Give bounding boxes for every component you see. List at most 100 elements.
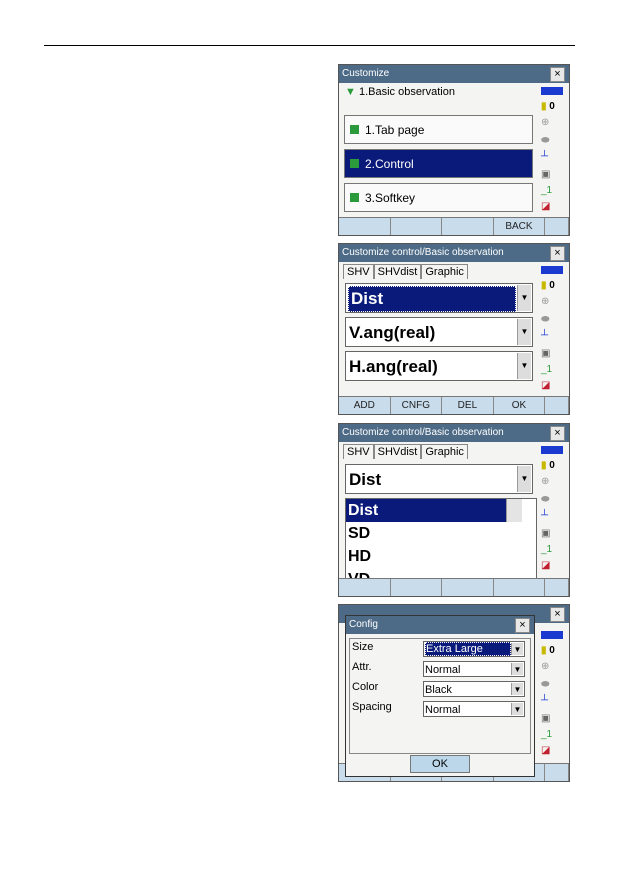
chevron-down-icon[interactable]: ▼	[517, 353, 531, 379]
input-mode-icon: _1	[541, 544, 553, 555]
title-bar: Customize ×	[339, 65, 569, 83]
field-select-1[interactable]: Dist ▼	[345, 283, 533, 313]
softkey-5[interactable]	[545, 397, 569, 414]
softkey-1[interactable]	[339, 579, 391, 596]
chevron-down-icon[interactable]: ▼	[511, 663, 523, 675]
option-dist[interactable]: Dist	[346, 499, 522, 522]
field-select-1[interactable]: Dist ▼	[345, 464, 533, 494]
delete-button[interactable]: DEL	[442, 397, 494, 414]
dialog-close-button[interactable]: ×	[515, 618, 530, 633]
pen-icon: ◪	[541, 380, 551, 391]
status-column: ▮ 0 ⊕ ⬬ ┴ ▣ _1 ◪	[537, 262, 569, 397]
field-select-2[interactable]: V.ang(real) ▼	[345, 317, 533, 347]
target-icon: ⊕	[541, 476, 550, 487]
softkey-bar: BACK	[339, 217, 569, 235]
config-dialog: Config × Size Extra Large ▼ Attr. Normal ▼ …	[345, 615, 535, 777]
scrollbar[interactable]	[506, 499, 522, 522]
back-button[interactable]: BACK	[494, 218, 546, 235]
color-label: Color	[352, 681, 379, 693]
color-select[interactable]: Black ▼	[423, 681, 525, 697]
laser-icon: ┴	[541, 510, 549, 521]
tab-shvdist[interactable]: SHVdist	[373, 264, 422, 279]
tab-shvdist[interactable]: SHVdist	[373, 444, 422, 459]
config-button[interactable]: CNFG	[391, 397, 443, 414]
dialog-title-bar: Config ×	[346, 616, 534, 634]
chevron-down-icon[interactable]: ▼	[517, 319, 531, 345]
add-button[interactable]: ADD	[339, 397, 391, 414]
close-button[interactable]: ×	[550, 426, 565, 441]
size-label: Size	[352, 641, 374, 653]
softkey-2[interactable]	[391, 218, 443, 235]
menu-item-softkey[interactable]: 3.Softkey	[344, 183, 533, 212]
pen-icon: ◪	[541, 745, 551, 756]
comm-icon: ▣	[541, 528, 551, 539]
prism-icon: ▮	[541, 460, 547, 471]
softkey-5[interactable]	[545, 218, 569, 235]
comm-icon: ▣	[541, 713, 551, 724]
status-column: ▮ 0 ⊕ ⬬ ┴ ▣ _1 ◪	[537, 623, 569, 764]
close-button[interactable]: ×	[550, 246, 565, 261]
tab-graphic[interactable]: Graphic	[421, 444, 468, 459]
prism-icon: ▮	[541, 645, 547, 656]
softkey-1[interactable]	[339, 218, 391, 235]
chevron-down-icon[interactable]: ▼	[511, 703, 523, 715]
prism-icon: ▮	[541, 280, 547, 291]
section-header: ▼ 1.Basic observation	[345, 86, 455, 98]
target-icon: ⊕	[541, 661, 550, 672]
softkey-bar	[339, 578, 569, 596]
softkey-2[interactable]	[391, 579, 443, 596]
book-icon	[350, 125, 359, 134]
input-mode-icon: _1	[541, 364, 553, 375]
menu-item-tab-page[interactable]: 1.Tab page	[344, 115, 533, 144]
target-icon: ⊕	[541, 296, 550, 307]
tilt-icon: ⬬	[541, 679, 550, 690]
pen-icon: ◪	[541, 560, 551, 571]
ok-button[interactable]: OK	[494, 397, 546, 414]
comm-icon: ▣	[541, 169, 551, 180]
option-hd[interactable]: HD	[346, 545, 522, 568]
title-bar: Customize control/Basic observation ×	[339, 244, 569, 262]
field-select-3[interactable]: H.ang(real) ▼	[345, 351, 533, 381]
tab-bar: SHV SHVdist Graphic	[343, 444, 468, 459]
tab-graphic[interactable]: Graphic	[421, 264, 468, 279]
option-sd[interactable]: SD	[346, 522, 522, 545]
tab-bar: SHV SHVdist Graphic	[343, 264, 468, 279]
pin-icon: ▼	[345, 86, 356, 98]
menu-item-control[interactable]: 2.Control	[344, 149, 533, 178]
softkey-5[interactable]	[545, 579, 569, 596]
ok-button[interactable]: OK	[410, 755, 470, 773]
pen-icon: ◪	[541, 201, 551, 212]
softkey-3[interactable]	[442, 579, 494, 596]
spacing-label: Spacing	[352, 701, 392, 713]
chevron-down-icon[interactable]: ▼	[517, 285, 531, 311]
spacing-select[interactable]: Normal ▼	[423, 701, 525, 717]
comm-icon: ▣	[541, 348, 551, 359]
close-button[interactable]: ×	[550, 607, 565, 622]
battery-icon	[541, 87, 563, 95]
battery-icon	[541, 631, 563, 639]
softkey-3[interactable]	[442, 218, 494, 235]
tilt-icon: ⬬	[541, 135, 550, 146]
target-icon: ⊕	[541, 117, 550, 128]
tab-shv[interactable]: SHV	[343, 264, 374, 279]
customize-control-dropdown-window: Customize control/Basic observation × SHV…	[338, 423, 570, 597]
chevron-down-icon[interactable]: ▼	[517, 466, 531, 492]
customize-window: Customize × ▼ 1.Basic observation 1.Tab p…	[338, 64, 570, 236]
attr-select[interactable]: Normal ▼	[423, 661, 525, 677]
header-rule	[44, 45, 575, 46]
attr-label: Attr.	[352, 661, 372, 673]
battery-icon	[541, 266, 563, 274]
chevron-down-icon[interactable]: ▼	[511, 683, 523, 695]
prism-icon: ▮	[541, 101, 547, 112]
config-background-window: × ▮ 0 ⊕ ⬬ ┴ ▣ _1 ◪ Config × Size Extra La…	[338, 604, 570, 782]
tilt-icon: ⬬	[541, 314, 550, 325]
tab-shv[interactable]: SHV	[343, 444, 374, 459]
softkey-4[interactable]	[494, 579, 546, 596]
laser-icon: ┴	[541, 330, 549, 341]
close-button[interactable]: ×	[550, 67, 565, 82]
status-column: ▮ 0 ⊕ ⬬ ┴ ▣ _1 ◪	[537, 83, 569, 218]
size-select[interactable]: Extra Large ▼	[423, 641, 525, 657]
status-column: ▮ 0 ⊕ ⬬ ┴ ▣ _1 ◪	[537, 442, 569, 579]
chevron-down-icon[interactable]: ▼	[511, 643, 523, 655]
softkey-bar: ADD CNFG DEL OK	[339, 396, 569, 414]
